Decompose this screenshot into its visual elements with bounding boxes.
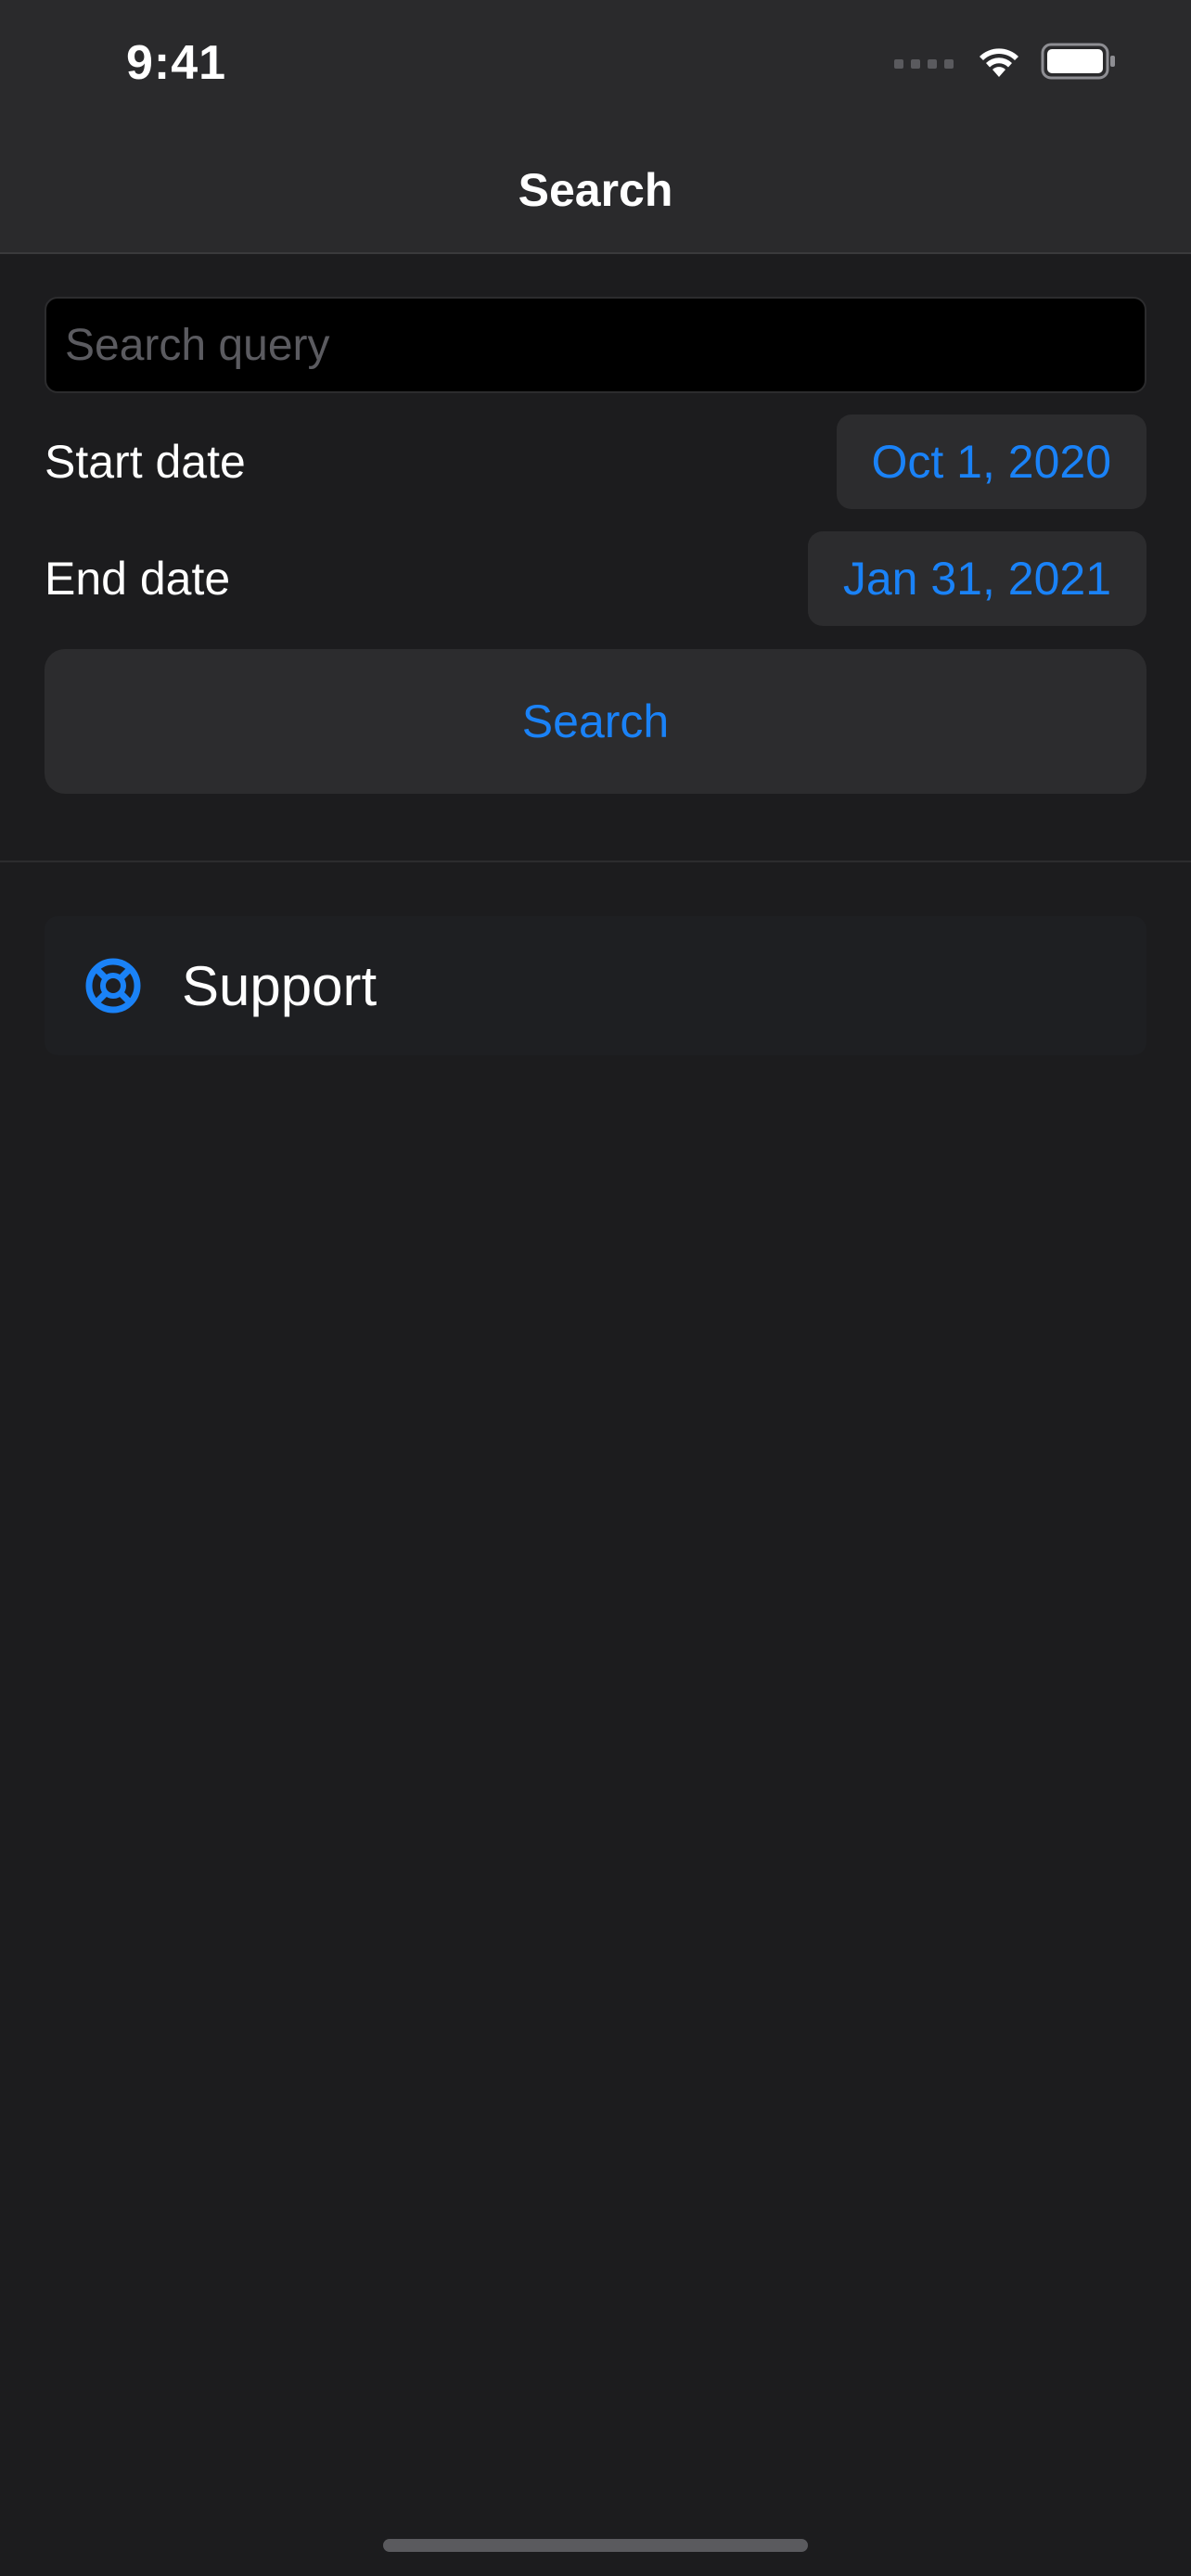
top-bar: 9:41 Search <box>0 0 1191 254</box>
search-form: Start date Oct 1, 2020 End date Jan 31, … <box>45 297 1146 794</box>
section-divider <box>0 861 1191 862</box>
start-date-label: Start date <box>45 436 246 488</box>
cellular-signal-icon <box>894 58 954 69</box>
end-date-picker[interactable]: Jan 31, 2021 <box>807 531 1146 626</box>
battery-icon <box>1041 43 1117 84</box>
start-date-picker[interactable]: Oct 1, 2020 <box>836 414 1146 509</box>
status-icons <box>894 43 1117 84</box>
lifebuoy-icon <box>83 956 143 1015</box>
start-date-row: Start date Oct 1, 2020 <box>45 414 1146 510</box>
search-button[interactable]: Search <box>45 649 1146 794</box>
status-time: 9:41 <box>126 36 227 90</box>
search-input[interactable] <box>45 297 1146 393</box>
page-title: Search <box>518 164 673 216</box>
home-indicator[interactable] <box>383 2539 808 2552</box>
support-row[interactable]: Support <box>45 916 1146 1055</box>
wifi-icon <box>976 44 1022 83</box>
support-label: Support <box>182 954 378 1017</box>
end-date-label: End date <box>45 553 231 605</box>
end-date-row: End date Jan 31, 2021 <box>45 530 1146 627</box>
search-screen: 9:41 Search Search query Start date Oct … <box>0 0 1191 2576</box>
